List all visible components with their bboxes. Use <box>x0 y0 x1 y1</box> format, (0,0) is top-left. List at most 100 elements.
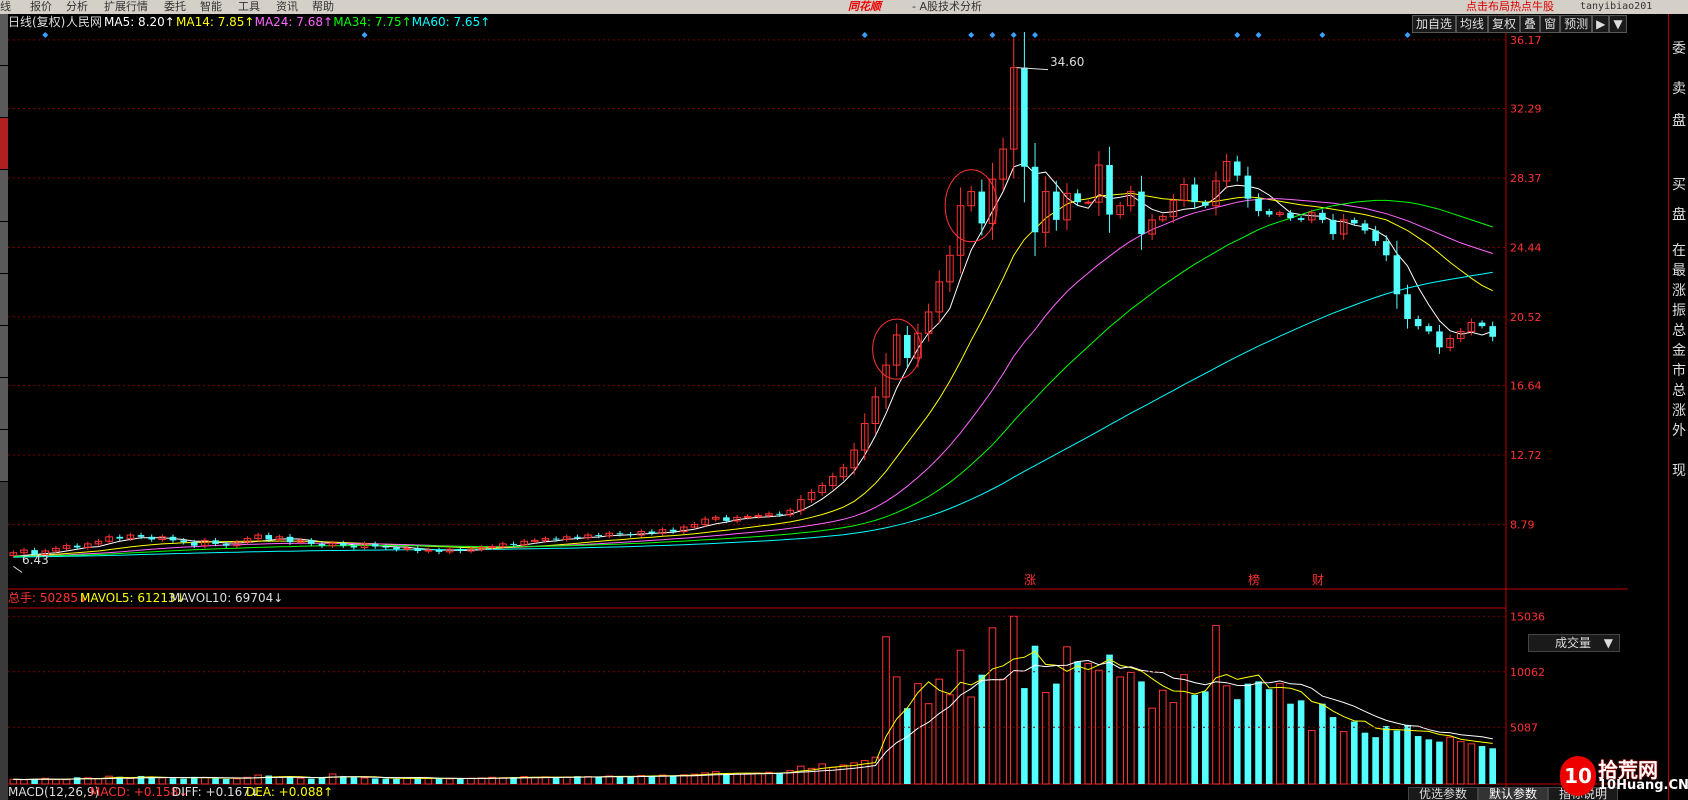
candle-body-down <box>148 536 155 540</box>
left-tab[interactable] <box>0 14 8 66</box>
volume-bar-up <box>254 774 262 785</box>
volume-bar-up <box>1276 683 1284 785</box>
volume-tick-label: 15036 <box>1510 610 1545 623</box>
menu-item-extended[interactable]: 扩展行情 <box>104 0 148 14</box>
overlay-button[interactable]: 叠 <box>1520 15 1541 33</box>
candle-body-down <box>552 538 560 540</box>
left-tab[interactable] <box>0 222 8 274</box>
ma-line-ma5 <box>13 162 1493 557</box>
window-button[interactable]: 窗 <box>1540 15 1561 33</box>
play-icon[interactable]: ▶ <box>1592 15 1610 33</box>
volume-bar-up <box>1127 671 1135 785</box>
panel-label: 涨 <box>1672 283 1686 299</box>
volume-bar-down <box>1138 681 1145 784</box>
volume-bar-up <box>562 776 571 785</box>
price-tick-label: 16.64 <box>1510 380 1542 393</box>
volume-bar-up <box>956 649 965 785</box>
stock-chart[interactable]: 日线(复权) 人民网 MA5: 8.20↑ MA14: 7.85↑ MA24: 7.… <box>8 14 1628 800</box>
candle-body-down <box>669 529 677 532</box>
candle-body-down <box>595 535 602 537</box>
menu-item-tools[interactable]: 工具 <box>238 0 260 14</box>
candle-body-down <box>1138 191 1145 235</box>
watermark: 10 拾荒网 10Huang.CN <box>1560 752 1688 800</box>
left-tab[interactable] <box>0 430 8 482</box>
ma-line-ma14 <box>13 192 1493 557</box>
left-tab[interactable] <box>0 170 8 222</box>
dropdown-icon[interactable]: ▼ <box>1609 15 1627 33</box>
volume-bar-down <box>1425 739 1433 784</box>
event-marker-finance[interactable]: 财 <box>1312 573 1324 587</box>
ma-line-ma24 <box>13 198 1493 557</box>
menu-item-help[interactable]: 帮助 <box>312 0 334 14</box>
volume-bar-up <box>1446 736 1454 785</box>
add-watchlist-button[interactable]: 加自选 <box>1412 15 1457 33</box>
left-tab[interactable] <box>0 378 8 430</box>
tab-default-params[interactable]: 默认参数 <box>1478 787 1549 800</box>
volume-bar-down <box>318 777 326 784</box>
candle-body-down <box>1297 218 1305 220</box>
candle-body-down <box>1053 191 1060 220</box>
volume-bar-down <box>382 778 390 784</box>
candle-body-down <box>393 547 400 550</box>
signal-diamond <box>968 32 975 38</box>
candle-body-down <box>371 543 379 547</box>
candle-body-down <box>574 536 581 538</box>
volume-bar-down <box>1191 694 1198 784</box>
left-tab-active[interactable] <box>0 118 8 170</box>
volume-bar-down <box>1202 691 1209 784</box>
volume-bar-up <box>1212 625 1220 785</box>
left-tab[interactable] <box>0 326 8 378</box>
volume-bar-down <box>1414 736 1422 784</box>
volume-bar-up <box>1063 646 1071 785</box>
candle-body-down <box>616 533 624 535</box>
left-tab[interactable] <box>0 274 8 326</box>
volume-bar-up <box>839 764 848 785</box>
low-pointer <box>13 565 23 573</box>
candle-body-down <box>339 543 347 546</box>
volume-bar-down <box>669 775 677 784</box>
volume-bar-up <box>158 777 167 785</box>
event-marker-list[interactable]: 榜 <box>1248 572 1260 587</box>
signal-diamond <box>1319 32 1326 38</box>
candle-body-up <box>743 515 752 518</box>
volume-bar-up <box>818 763 826 785</box>
signal-diamond <box>1255 32 1262 38</box>
volume-bar-up <box>467 777 475 785</box>
candle-body-down <box>1255 198 1262 212</box>
low-annotation: 6.43 <box>22 553 49 567</box>
left-tab[interactable] <box>0 66 8 118</box>
menu-item-quote[interactable]: 报价 <box>30 0 52 14</box>
adjust-button[interactable]: 复权 <box>1488 15 1521 33</box>
volume-bar-up <box>1222 685 1231 785</box>
signal-diamond <box>1234 32 1241 38</box>
candle-body-down <box>116 536 124 539</box>
ma-button[interactable]: 均线 <box>1456 15 1489 33</box>
volume-bar-down <box>435 778 443 784</box>
volume-bar-down <box>904 708 911 784</box>
menu-item-smart[interactable]: 智能 <box>200 0 222 14</box>
candle-body-down <box>212 540 219 544</box>
promo-link[interactable]: 点击布局热点牛股 <box>1466 0 1554 14</box>
candle-body-down <box>350 545 358 548</box>
volume-bar-up <box>233 778 241 785</box>
menu-item-line[interactable]: 线 <box>0 0 11 14</box>
menu-item-info[interactable]: 资讯 <box>276 0 298 14</box>
candle-body-down <box>904 334 911 358</box>
volume-bar-up <box>296 777 305 785</box>
volume-bar-up <box>20 779 28 785</box>
panel-label: 总 <box>1672 383 1686 399</box>
menu-item-order[interactable]: 委托 <box>164 0 186 14</box>
ma-legend-ma5: MA5: 8.20↑ <box>104 15 175 29</box>
volume-axis: 15036 10062 5087 <box>8 610 1545 734</box>
candle-body-down <box>1404 294 1411 320</box>
forecast-button[interactable]: 预测 <box>1560 15 1593 33</box>
volume-bar-up <box>1041 692 1050 785</box>
volume-bar-up <box>743 773 752 785</box>
chart-period[interactable]: 日线(复权) <box>8 15 65 29</box>
indicator-select[interactable]: 成交量 ▼ <box>1528 634 1620 652</box>
menu-item-analysis[interactable]: 分析 <box>66 0 88 14</box>
event-marker-limit-up[interactable]: 涨 <box>1024 572 1036 587</box>
candle-body-down <box>1265 211 1273 215</box>
tab-optimized-params[interactable]: 优选参数 <box>1408 787 1479 800</box>
volume-bar-down <box>978 674 986 784</box>
